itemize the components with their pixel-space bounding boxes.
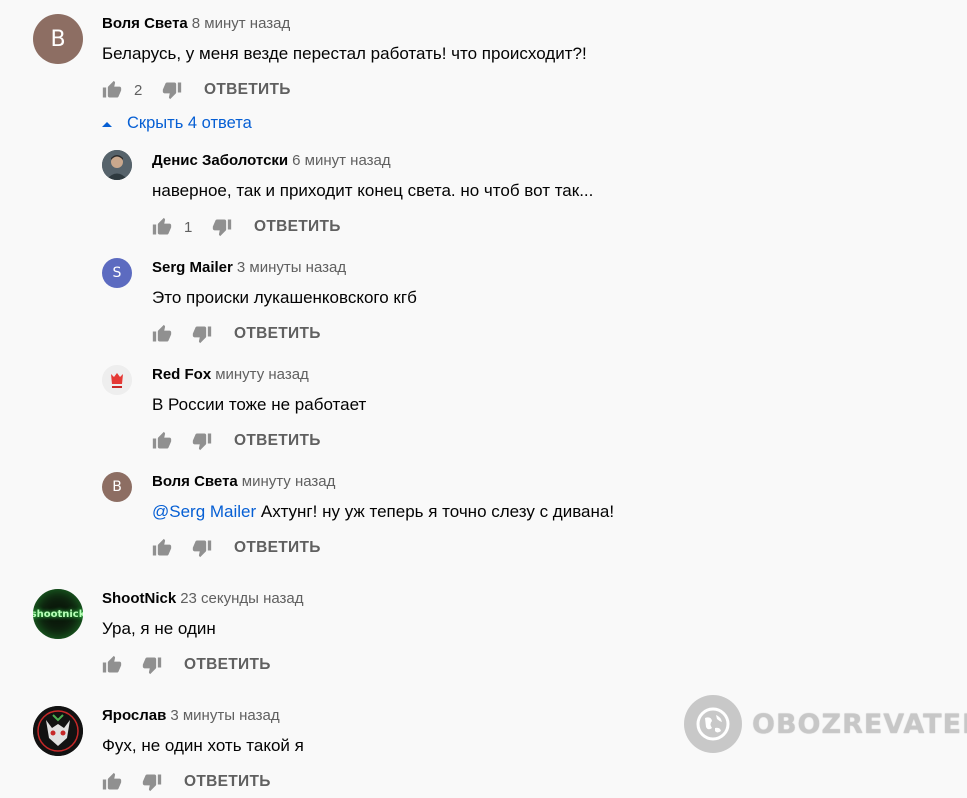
avatar-label: shootnick [33,608,83,620]
like-icon[interactable] [102,772,122,792]
reply-button[interactable]: ОТВЕТИТЬ [234,432,321,450]
comment-text: Фух, не один хоть такой я [102,736,304,755]
author-name[interactable]: Red Fox [152,366,211,383]
comment-actions: ОТВЕТИТЬ [152,538,321,558]
dislike-icon[interactable] [142,655,162,675]
comment-actions: ОТВЕТИТЬ [152,324,321,344]
comment-actions: 1 ОТВЕТИТЬ [152,217,341,237]
comment-actions: 2 ОТВЕТИТЬ [102,80,291,100]
watermark: OBOZREVATEL [684,695,967,753]
reply-button[interactable]: ОТВЕТИТЬ [254,218,341,236]
avatar[interactable]: S [102,258,132,288]
author-name[interactable]: Денис Заболотски [152,152,288,169]
comment-header: ShootNick 23 секунды назад [102,590,304,608]
timestamp[interactable]: 3 минуты назад [237,259,346,276]
author-name[interactable]: Воля Света [152,473,238,490]
comment-header: Денис Заболотски 6 минут назад [152,152,391,170]
like-icon[interactable] [102,80,122,100]
timestamp[interactable]: 23 секунды назад [180,590,303,607]
reply-button[interactable]: ОТВЕТИТЬ [184,773,271,791]
mention-link[interactable]: @Serg Mailer [152,502,256,521]
comment-header: Red Fox минуту назад [152,366,309,384]
comment-text: Это происки лукашенковского кгб [152,288,417,307]
avatar[interactable] [33,706,83,756]
author-name[interactable]: Serg Mailer [152,259,233,276]
author-name[interactable]: Воля Света [102,15,188,32]
dislike-icon[interactable] [212,217,232,237]
avatar[interactable]: shootnick [33,589,83,639]
comment-text: Беларусь, у меня везде перестал работать… [102,44,587,63]
watermark-text: OBOZREVATEL [752,708,967,740]
dislike-icon[interactable] [192,431,212,451]
reply-button[interactable]: ОТВЕТИТЬ [184,656,271,674]
like-count: 1 [184,218,193,236]
comment-header: Воля Света минуту назад [152,473,335,491]
avatar[interactable] [102,150,132,180]
comment-header: Воля Света 8 минут назад [102,15,290,33]
like-icon[interactable] [152,538,172,558]
author-name[interactable]: Ярослав [102,707,166,724]
avatar[interactable] [102,365,132,395]
like-icon[interactable] [152,431,172,451]
timestamp[interactable]: 3 минуты назад [170,707,279,724]
timestamp[interactable]: минуту назад [215,366,309,383]
like-icon[interactable] [102,655,122,675]
like-count: 2 [134,81,143,99]
avatar[interactable]: В [102,472,132,502]
comment-text-body: Ахтунг! ну уж теперь я точно слезу с див… [260,502,615,521]
dislike-icon[interactable] [162,80,182,100]
hide-replies-label: Скрыть 4 ответа [127,114,252,132]
comment-text: В России тоже не работает [152,395,367,414]
comment-actions: ОТВЕТИТЬ [102,655,271,675]
comment-text: @Serg Mailer Ахтунг! ну уж теперь я точн… [152,502,614,522]
timestamp[interactable]: минуту назад [242,473,336,490]
like-icon[interactable] [152,324,172,344]
comment-header: Ярослав 3 минуты назад [102,707,280,725]
dislike-icon[interactable] [192,324,212,344]
timestamp[interactable]: 6 минут назад [292,152,390,169]
hide-replies-button[interactable]: Скрыть 4 ответа [101,114,252,133]
dislike-icon[interactable] [142,772,162,792]
comment-header: Serg Mailer 3 минуты назад [152,259,346,277]
reply-button[interactable]: ОТВЕТИТЬ [234,539,321,557]
globe-icon [684,695,742,753]
reply-button[interactable]: ОТВЕТИТЬ [234,325,321,343]
avatar[interactable]: В [33,14,83,64]
timestamp[interactable]: 8 минут назад [192,15,290,32]
reply-button[interactable]: ОТВЕТИТЬ [204,81,291,99]
comment-actions: ОТВЕТИТЬ [152,431,321,451]
author-name[interactable]: ShootNick [102,590,176,607]
comment-text: наверное, так и приходит конец света. но… [152,181,594,200]
comment-text: Ура, я не один [102,619,216,638]
dislike-icon[interactable] [192,538,212,558]
chevron-up-icon [102,121,112,127]
comment-actions: ОТВЕТИТЬ [102,772,271,792]
like-icon[interactable] [152,217,172,237]
